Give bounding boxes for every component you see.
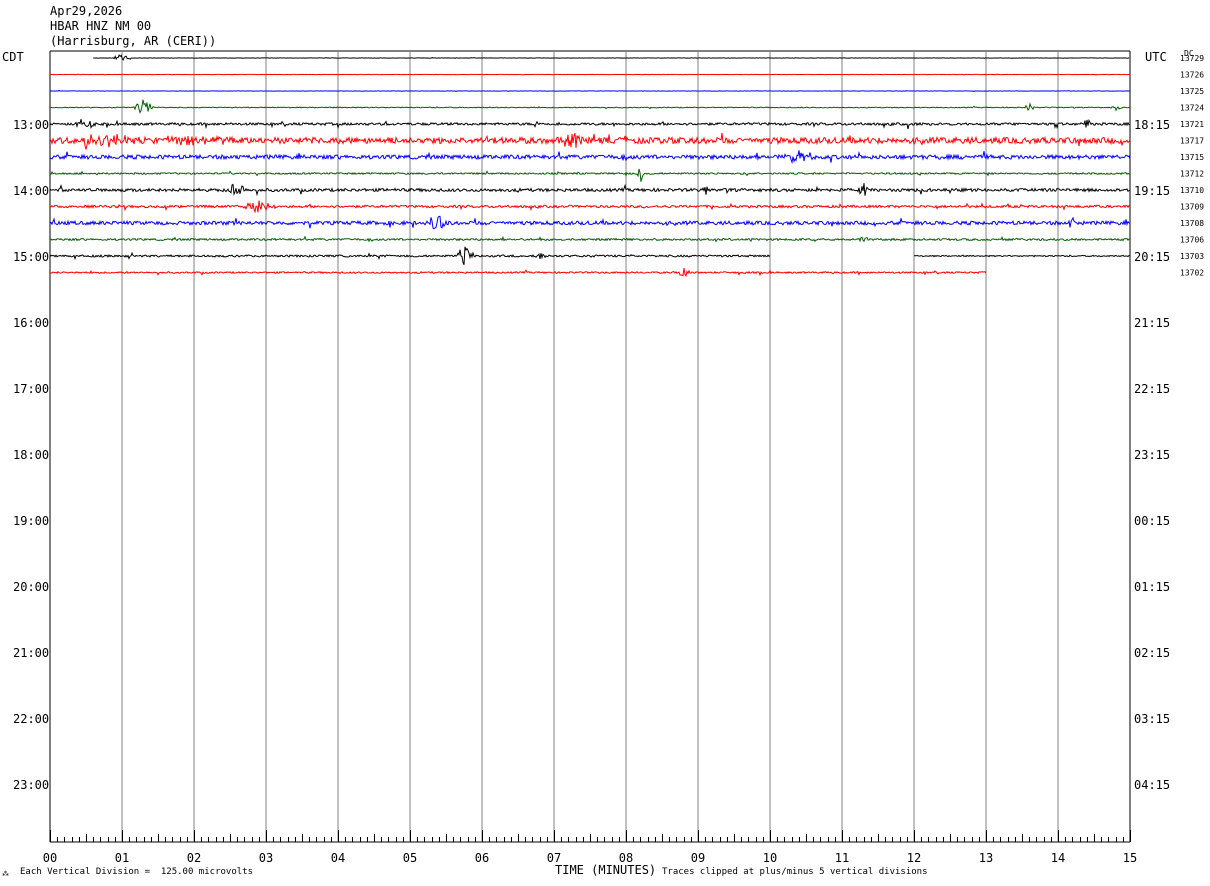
x-tick-label: 14 [1051, 851, 1065, 865]
left-hour-label: 17:00 [13, 382, 49, 396]
right-hour-label: 20:15 [1134, 250, 1170, 264]
left-hour-label: 22:00 [13, 712, 49, 726]
x-tick-label: 12 [907, 851, 921, 865]
left-hour-label: 20:00 [13, 580, 49, 594]
clip-note: Traces clipped at plus/minus 5 vertical … [662, 867, 928, 877]
dc-offset-label: 13706 [1180, 236, 1204, 245]
left-hour-label: 18:00 [13, 448, 49, 462]
x-tick-label: 06 [475, 851, 489, 865]
x-tick-label: 02 [187, 851, 201, 865]
right-hour-label: 00:15 [1134, 514, 1170, 528]
left-hour-label: 19:00 [13, 514, 49, 528]
left-hour-label: 23:00 [13, 778, 49, 792]
right-hour-label: 03:15 [1134, 712, 1170, 726]
dc-offset-label: 13708 [1180, 219, 1204, 228]
left-hour-label: 13:00 [13, 118, 49, 132]
trace-black-row0 [93, 54, 1130, 61]
x-tick-label: 01 [115, 851, 129, 865]
trace-green-row7 [50, 168, 1131, 182]
x-tick-label: 15 [1123, 851, 1137, 865]
left-hour-label: 14:00 [13, 184, 49, 198]
x-tick-label: 11 [835, 851, 849, 865]
x-tick-label: 13 [979, 851, 993, 865]
x-axis-title: TIME (MINUTES) [555, 863, 657, 877]
footer-marker: ⁂ [2, 870, 9, 878]
x-tick-label: 10 [763, 851, 777, 865]
trace-blue-row10 [49, 215, 1131, 230]
right-hour-label: 18:15 [1134, 118, 1170, 132]
scale-note: Each Vertical Division = 125.00 microvol… [20, 867, 253, 877]
seismogram-plot: 00 01 02 03 04 05 06 07 08 09 10 11 12 13 14 1513:0014:… [13, 50, 1204, 865]
trace-blue-row6 [49, 150, 1131, 165]
dc-offset-label: 13702 [1180, 269, 1204, 278]
right-hour-label: 01:15 [1134, 580, 1170, 594]
dc-offset-label: 13725 [1180, 87, 1204, 96]
trace-black-row4 [49, 118, 1131, 130]
right-hour-label: 22:15 [1134, 382, 1170, 396]
x-tick-label: 03 [259, 851, 273, 865]
trace-green-row3 [50, 99, 1131, 115]
right-hour-label: 21:15 [1134, 316, 1170, 330]
right-hour-label: 23:15 [1134, 448, 1170, 462]
trace-red-row1 [49, 73, 1131, 76]
dc-offset-label: 13717 [1180, 137, 1204, 146]
right-hour-label: 04:15 [1134, 778, 1170, 792]
dc-offset-label: 13703 [1180, 252, 1204, 261]
dc-offset-label: 13712 [1180, 170, 1204, 179]
trace-red-row9 [49, 200, 1131, 214]
trace-red-row13 [49, 268, 987, 278]
dc-offset-label: 13710 [1180, 186, 1204, 195]
trace-blue-row2 [49, 90, 1131, 92]
right-hour-label: 19:15 [1134, 184, 1170, 198]
dc-offset-label: 13721 [1180, 120, 1204, 129]
x-tick-label: 05 [403, 851, 417, 865]
right-hour-label: 02:15 [1134, 646, 1170, 660]
dc-offset-label: 13715 [1180, 153, 1204, 162]
trace-black-row12 [913, 254, 1131, 258]
left-hour-label: 16:00 [13, 316, 49, 330]
left-hour-label: 21:00 [13, 646, 49, 660]
x-tick-label: 09 [691, 851, 705, 865]
trace-red-row5 [49, 132, 1131, 150]
x-tick-label: 00 [43, 851, 57, 865]
dc-offset-label: 13729 [1180, 54, 1204, 63]
dc-offset-label: 13724 [1180, 104, 1204, 113]
trace-green-row11 [49, 235, 1131, 243]
dc-offset-label: 13726 [1180, 71, 1204, 80]
trace-black-row8 [49, 183, 1131, 197]
x-tick-label: 04 [331, 851, 345, 865]
left-hour-label: 15:00 [13, 250, 49, 264]
dc-offset-label: 13709 [1180, 203, 1204, 212]
